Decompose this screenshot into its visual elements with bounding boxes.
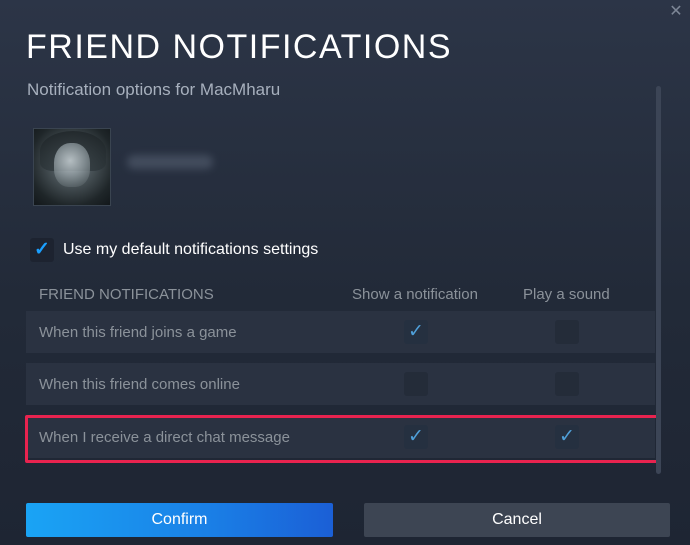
checkmark-icon: ✓	[408, 321, 424, 342]
show-notification-header: Show a notification	[352, 286, 478, 303]
avatar	[33, 128, 111, 206]
avatar-face	[54, 143, 90, 187]
checkmark-icon: ✓	[34, 239, 50, 260]
table-row: When I receive a direct chat message ✓ ✓	[26, 416, 655, 458]
scrollbar[interactable]	[656, 86, 661, 474]
play-sound-checkbox[interactable]: ✓	[555, 425, 579, 449]
row-label: When this friend joins a game	[39, 323, 237, 341]
cancel-button[interactable]: Cancel	[364, 503, 670, 537]
section-header: FRIEND NOTIFICATIONS	[39, 286, 214, 303]
play-sound-checkbox[interactable]	[555, 372, 579, 396]
row-label: When this friend comes online	[39, 375, 240, 393]
dialog-subtitle: Notification options for MacMharu	[27, 80, 281, 99]
dialog-title: FRIEND NOTIFICATIONS	[26, 28, 453, 66]
default-settings-label: Use my default notifications settings	[63, 241, 319, 258]
friend-name-blurred	[127, 155, 213, 169]
show-notification-checkbox[interactable]	[404, 372, 428, 396]
checkmark-icon: ✓	[408, 426, 424, 447]
show-notification-checkbox[interactable]: ✓	[404, 320, 428, 344]
confirm-button[interactable]: Confirm	[26, 503, 333, 537]
checkmark-icon: ✓	[559, 426, 575, 447]
table-row: When this friend comes online	[26, 363, 655, 405]
row-label: When I receive a direct chat message	[39, 428, 290, 446]
show-notification-checkbox[interactable]: ✓	[404, 425, 428, 449]
play-sound-checkbox[interactable]	[555, 320, 579, 344]
table-row: When this friend joins a game ✓	[26, 311, 655, 353]
play-sound-header: Play a sound	[523, 286, 610, 303]
close-icon[interactable]: ✕	[668, 4, 684, 20]
default-settings-row[interactable]: ✓ Use my default notifications settings	[30, 238, 318, 262]
default-settings-checkbox[interactable]: ✓	[30, 238, 54, 262]
